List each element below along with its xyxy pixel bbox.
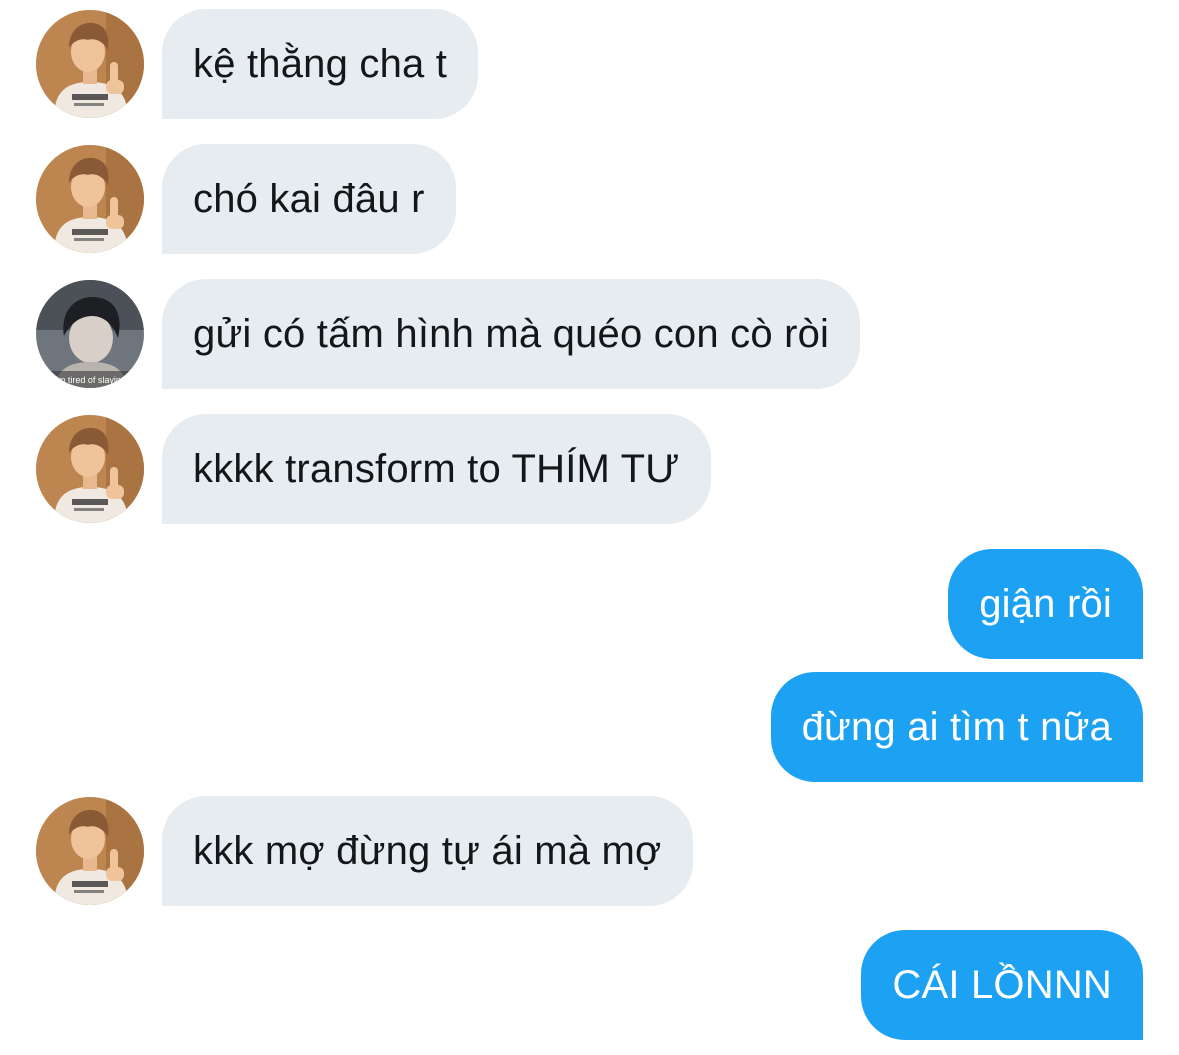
incoming-message-bubble[interactable]: chó kai đâu r [162,144,456,254]
avatar-person-a[interactable] [36,415,144,523]
incoming-message-bubble[interactable]: kkk mợ đừng tự ái mà mợ [162,796,693,906]
message-row: kệ thằng cha t [0,9,1179,119]
avatar-person-a[interactable] [36,797,144,905]
avatar-person-b[interactable]: i'm tired of slaying [36,280,144,388]
message-row: i'm tired of slaying gửi có tấm hình mà … [0,279,1179,389]
outgoing-message-bubble[interactable]: đừng ai tìm t nữa [770,672,1143,782]
message-row: chó kai đâu r [0,144,1179,254]
message-row: kkkk transform to THÍM TƯ [0,414,1179,524]
incoming-message-bubble[interactable]: kkkk transform to THÍM TƯ [162,414,711,524]
avatar-caption: i'm tired of slaying [54,375,126,385]
outgoing-message-bubble[interactable]: giận rồi [948,549,1143,659]
message-row: CÁI LỒNNN [0,930,1179,1040]
incoming-message-bubble[interactable]: gửi có tấm hình mà quéo con cò ròi [162,279,861,389]
incoming-message-bubble[interactable]: kệ thằng cha t [162,9,479,119]
message-row: kkk mợ đừng tự ái mà mợ [0,796,1179,906]
message-row: giận rồi [0,549,1179,659]
message-row: đừng ai tìm t nữa [0,672,1179,782]
avatar-person-a[interactable] [36,145,144,253]
outgoing-message-bubble[interactable]: CÁI LỒNNN [861,930,1143,1040]
avatar-person-a[interactable] [36,10,144,118]
